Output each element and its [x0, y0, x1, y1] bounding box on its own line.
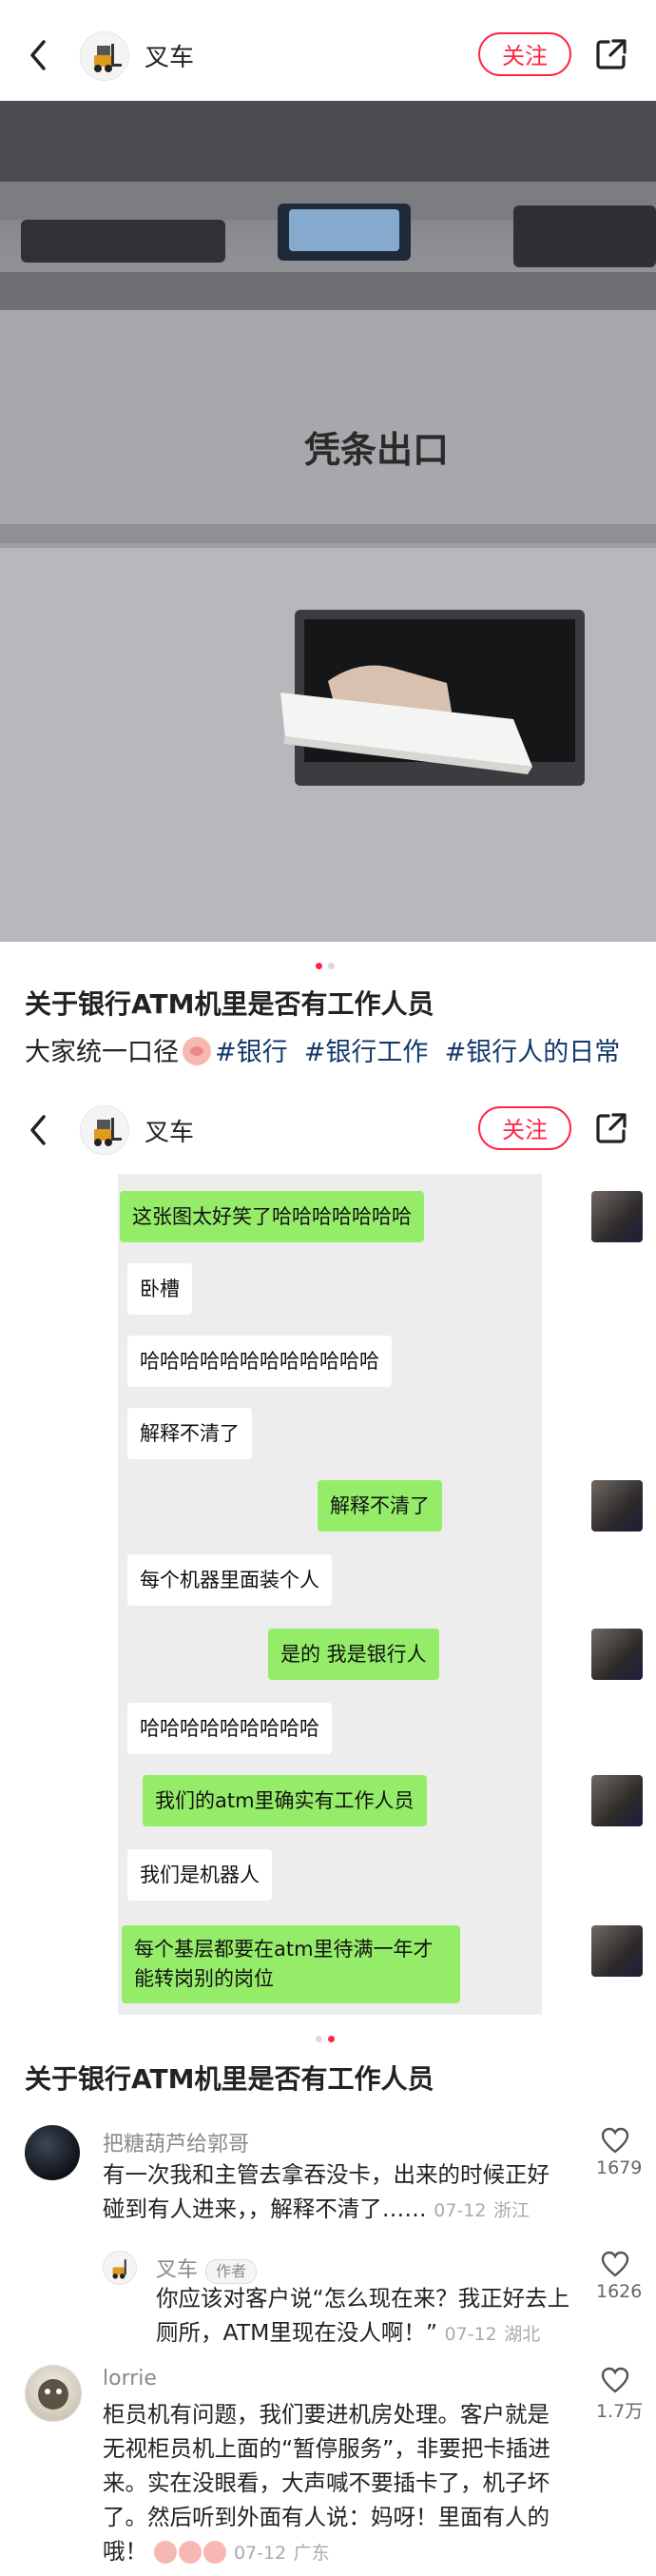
comment-location: 浙江	[492, 2200, 530, 2221]
author-name[interactable]: 叉车	[145, 38, 194, 73]
pig-emoji-icon	[203, 2541, 227, 2564]
forklift-icon	[94, 44, 122, 72]
pig-emoji-icon	[154, 2541, 178, 2564]
heart-icon	[601, 2127, 629, 2154]
hashtag-bank-daily[interactable]: #银行人的日常	[445, 1038, 621, 1067]
chat-avatar	[591, 1925, 643, 1977]
commenter-name[interactable]: lorrie	[103, 2367, 157, 2391]
chat-avatar	[591, 1480, 643, 1532]
chat-message-right: 这张图太好笑了哈哈哈哈哈哈哈	[120, 1191, 424, 1242]
comment-date: 07-12	[434, 2200, 487, 2221]
post-description: 大家统一口径 #银行 #银行工作 #银行人的日常	[25, 1031, 620, 1068]
follow-button: 关注	[478, 1106, 571, 1150]
slide2-nav: 叉车 关注	[0, 1079, 656, 1180]
carousel-indicator	[313, 955, 338, 969]
share-icon[interactable]	[593, 36, 629, 72]
chat-message-right: 我们的atm里确实有工作人员	[143, 1775, 427, 1826]
share-icon	[596, 1113, 627, 1143]
pig-emoji-icon	[183, 1037, 211, 1065]
carousel-dot	[316, 2036, 322, 2042]
chat-message-left: 我们是机器人	[127, 1849, 272, 1901]
follow-button[interactable]: 关注	[478, 32, 571, 76]
comment-date: 07-12	[233, 2543, 287, 2564]
post-photo-atm-slot[interactable]: 凭条出口	[0, 101, 656, 942]
chat-message-right: 解释不清了	[318, 1480, 442, 1532]
back-arrow-icon[interactable]	[25, 36, 51, 74]
comment-like-button[interactable]: 1679	[596, 2127, 643, 2178]
commenter-avatar[interactable]	[25, 2125, 80, 2180]
post-desc-text: 大家统一口径	[25, 1038, 179, 1067]
chat-message-right: 每个基层都要在atm里待满一年才能转岗别的岗位	[122, 1925, 460, 2003]
author-name: 叉车	[145, 1119, 195, 1147]
forklift-icon	[112, 2259, 126, 2279]
chat-message-left: 哈哈哈哈哈哈哈哈哈	[127, 1703, 332, 1754]
chat-message-left: 卧槽	[127, 1263, 192, 1315]
comment-text: 有一次我和主管去拿吞没卡，出来的时候正好碰到有人进来，，解释不清了…… 07-1…	[103, 2157, 559, 2228]
like-count: 1679	[596, 2157, 643, 2178]
chat-screenshot[interactable]: 这张图太好笑了哈哈哈哈哈哈哈 卧槽 哈哈哈哈哈哈哈哈哈哈哈哈 解释不清了 解释不…	[118, 1174, 643, 2015]
reply-date: 07-12	[444, 2324, 497, 2345]
reply-author-avatar[interactable]	[103, 2251, 137, 2285]
heart-icon	[601, 2251, 629, 2277]
reply-author-name[interactable]: 叉车	[156, 2258, 198, 2282]
comment-location: 广东	[293, 2543, 330, 2564]
reply-like-button[interactable]: 1626	[596, 2251, 643, 2302]
commenter-avatar[interactable]	[25, 2365, 82, 2422]
carousel-dot-active	[316, 963, 322, 969]
author-avatar[interactable]	[80, 31, 129, 81]
commenter-name[interactable]: 把糖葫芦给郭哥	[103, 2127, 249, 2157]
comment-text: 柜员机有问题，我们要进机房处理。客户就是无视柜员机上面的“暂停服务”，非要把卡插…	[103, 2397, 559, 2573]
chat-message-left: 每个机器里面装个人	[127, 1554, 332, 1606]
atm-photo-illustration: 凭条出口	[0, 101, 656, 942]
chat-message-left: 哈哈哈哈哈哈哈哈哈哈哈哈	[127, 1336, 392, 1387]
heart-icon	[601, 2367, 629, 2393]
carousel-dot	[328, 963, 335, 969]
comment-like-button[interactable]: 1.7万	[596, 2367, 644, 2423]
reply-location: 湖北	[504, 2324, 541, 2345]
like-count: 1626	[596, 2281, 643, 2302]
hashtag-bank[interactable]: #银行	[215, 1038, 288, 1067]
emoji-reactions	[154, 2539, 227, 2573]
hashtag-bank-work[interactable]: #银行工作	[304, 1038, 429, 1067]
like-count: 1.7万	[596, 2401, 644, 2422]
top-nav: 叉车 关注	[0, 0, 656, 101]
author-avatar	[80, 1105, 129, 1155]
reply-author-line: 叉车 作者	[156, 2253, 258, 2284]
slide2-title: 关于银行ATM机里是否有工作人员	[25, 2063, 434, 2095]
carousel-dot-active	[328, 2036, 335, 2042]
post-title: 关于银行ATM机里是否有工作人员	[25, 988, 434, 1020]
chat-avatar	[591, 1629, 643, 1680]
chat-avatar	[591, 1775, 643, 1826]
cartoon-avatar-icon	[38, 2379, 68, 2410]
pig-emoji-icon	[179, 2541, 203, 2564]
chat-message-right: 是的 我是银行人	[268, 1629, 439, 1680]
chat-message-left: 解释不清了	[127, 1408, 252, 1459]
back-arrow-icon	[30, 1115, 46, 1145]
forklift-icon	[94, 1118, 122, 1146]
slot-label-text: 凭条出口	[304, 429, 449, 471]
chat-avatar	[591, 1191, 643, 1242]
carousel-indicator-2	[313, 2028, 338, 2042]
reply-text: 你应该对客户说“怎么现在来？我正好去上厕所，ATM里现在没人啊！” 07-12 …	[156, 2281, 574, 2352]
